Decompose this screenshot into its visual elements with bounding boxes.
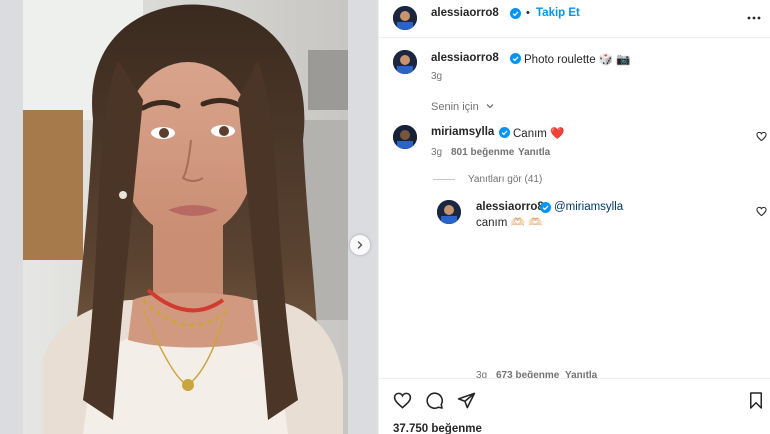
comment-reply-button[interactable]: Yanıtla	[518, 147, 550, 158]
view-replies-toggle[interactable]: Yanıtları gör (41)	[468, 174, 542, 185]
post-media-area	[0, 0, 378, 434]
verified-badge-icon	[540, 202, 551, 213]
for-you-label: Senin için	[431, 101, 479, 113]
post-actions-bar: 37.750 beğenme	[379, 378, 770, 434]
avatar-image	[393, 50, 417, 74]
avatar-image	[393, 125, 417, 149]
caption-time[interactable]: 3g	[431, 71, 442, 82]
next-media-button[interactable]	[350, 235, 370, 255]
author-username[interactable]: alessiaorro8	[431, 7, 499, 19]
comment-like-heart-icon[interactable]	[756, 131, 767, 142]
replies-divider	[433, 179, 455, 180]
reply-author-avatar[interactable]	[437, 200, 461, 224]
reply-like-heart-icon[interactable]	[756, 206, 767, 217]
more-options-icon[interactable]	[747, 11, 761, 25]
comment-time[interactable]: 3g	[431, 147, 442, 158]
for-you-filter[interactable]: Senin için	[431, 101, 495, 113]
commenter-avatar[interactable]	[393, 125, 417, 149]
reply-username[interactable]: alessiaorro8	[476, 201, 544, 213]
avatar-image	[393, 6, 417, 30]
reply-mention-link[interactable]: @miriamsylla	[554, 201, 623, 213]
comment-text: Canım ❤️	[513, 128, 565, 140]
share-icon[interactable]	[457, 391, 476, 410]
bookmark-icon[interactable]	[747, 391, 765, 410]
caption-username[interactable]: alessiaorro8	[431, 52, 499, 64]
reply-text: canım 🫶🏻 🫶🏻	[476, 217, 543, 229]
comment-username[interactable]: miriamsylla	[431, 126, 494, 138]
header-dot-separator: •	[526, 7, 530, 19]
post-side-panel: alessiaorro8 • Takip Et alessiaorro8 Pho…	[378, 0, 770, 434]
post-header: alessiaorro8 • Takip Et	[379, 0, 770, 38]
caption-text: Photo roulette 🎲 📷	[524, 54, 631, 66]
follow-button[interactable]: Takip Et	[536, 7, 580, 19]
caption-author-avatar[interactable]	[393, 50, 417, 74]
selfie-image	[23, 0, 348, 434]
chevron-right-icon	[357, 241, 363, 249]
comment-like-count[interactable]: 801 beğenme	[451, 147, 514, 158]
verified-badge-icon	[499, 127, 510, 138]
author-avatar[interactable]	[393, 6, 417, 30]
like-heart-icon[interactable]	[393, 391, 412, 410]
post-like-count[interactable]: 37.750 beğenme	[393, 423, 482, 434]
comment-icon[interactable]	[425, 391, 444, 410]
chevron-down-icon	[486, 104, 494, 109]
avatar-image	[437, 200, 461, 224]
verified-badge-icon	[510, 8, 521, 19]
post-photo[interactable]	[23, 0, 348, 434]
verified-badge-icon	[510, 53, 521, 64]
